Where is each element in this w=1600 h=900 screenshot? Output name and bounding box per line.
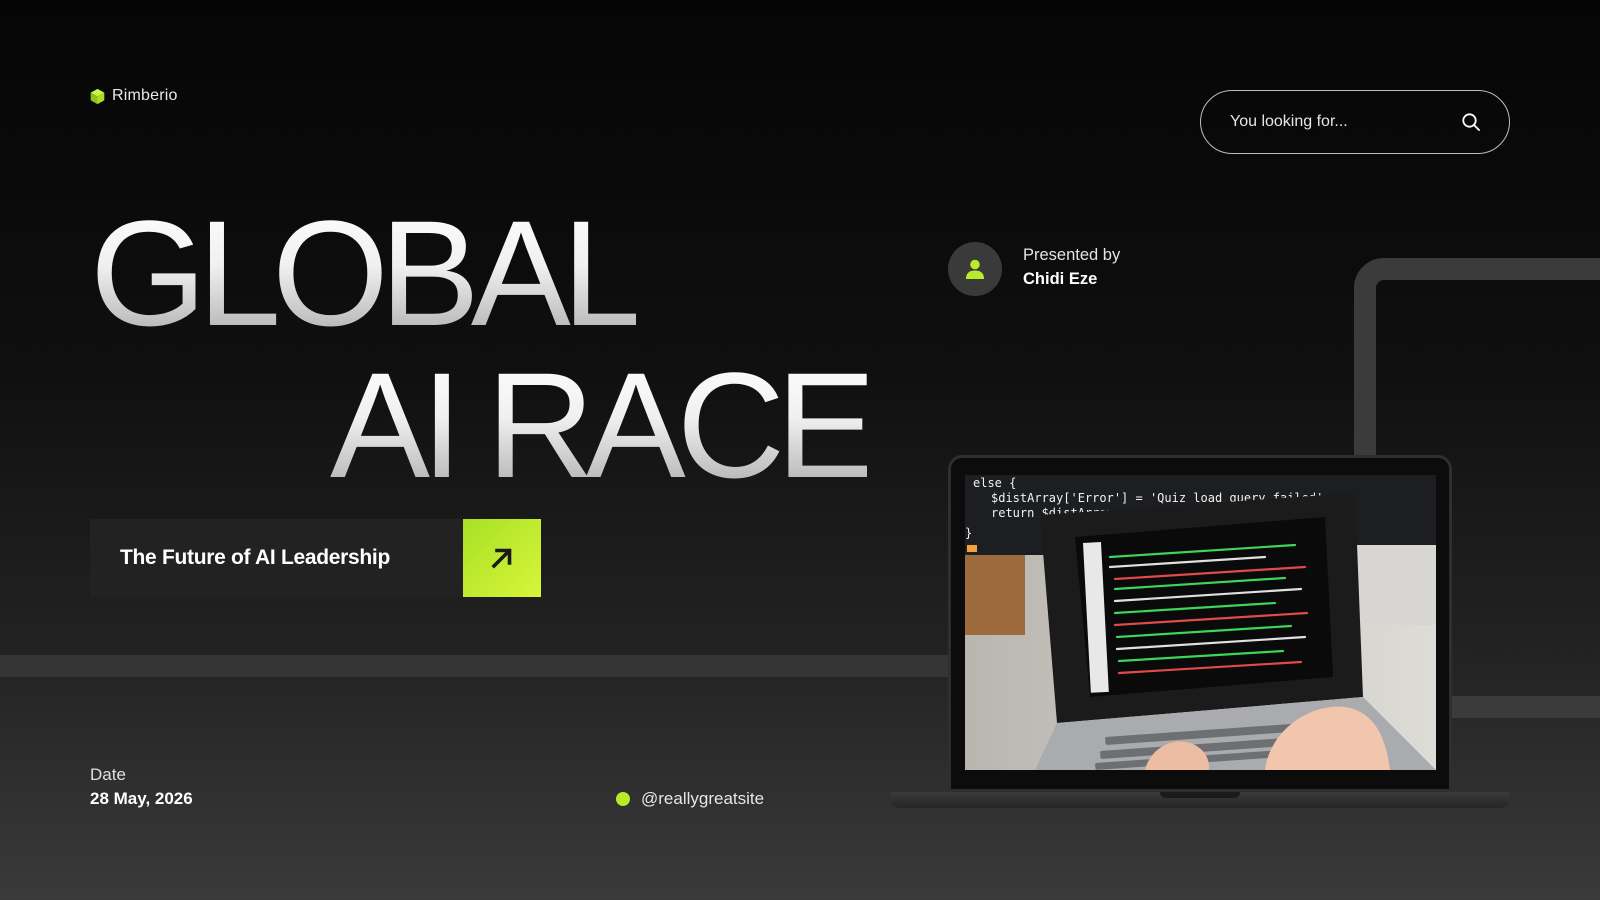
user-icon [964,258,986,280]
hero-title-line-1: GLOBAL [90,189,645,357]
avatar [948,242,1002,296]
arrow-button[interactable] [463,519,541,597]
presented-by-label: Presented by [1023,246,1121,264]
code-line: else { [973,476,1016,490]
search-input[interactable] [1230,113,1450,131]
horizontal-band [0,655,950,677]
laptop-photo: else { $distArray['Error'] = 'Quiz load … [965,475,1436,770]
arrow-up-right-icon [485,541,519,575]
search-bar[interactable] [1200,90,1510,154]
date-value: 28 May, 2026 [90,789,193,808]
brand-logo[interactable]: Rimberio [89,87,178,105]
subtitle-bar: The Future of AI Leadership [90,519,541,597]
hero-title-line-2: AI RACE [330,341,876,509]
search-icon[interactable] [1461,112,1481,132]
laptop-notch [1160,792,1240,798]
social-link[interactable]: @reallygreatsite [616,789,764,809]
subtitle-text: The Future of AI Leadership [120,546,390,569]
code-line: } [965,526,972,540]
status-dot-icon [616,792,630,806]
presenter-name: Chidi Eze [1023,270,1098,288]
cube-icon [89,88,106,105]
brand-name: Rimberio [112,87,178,104]
date-label: Date [90,765,126,784]
social-handle: @reallygreatsite [641,789,765,808]
